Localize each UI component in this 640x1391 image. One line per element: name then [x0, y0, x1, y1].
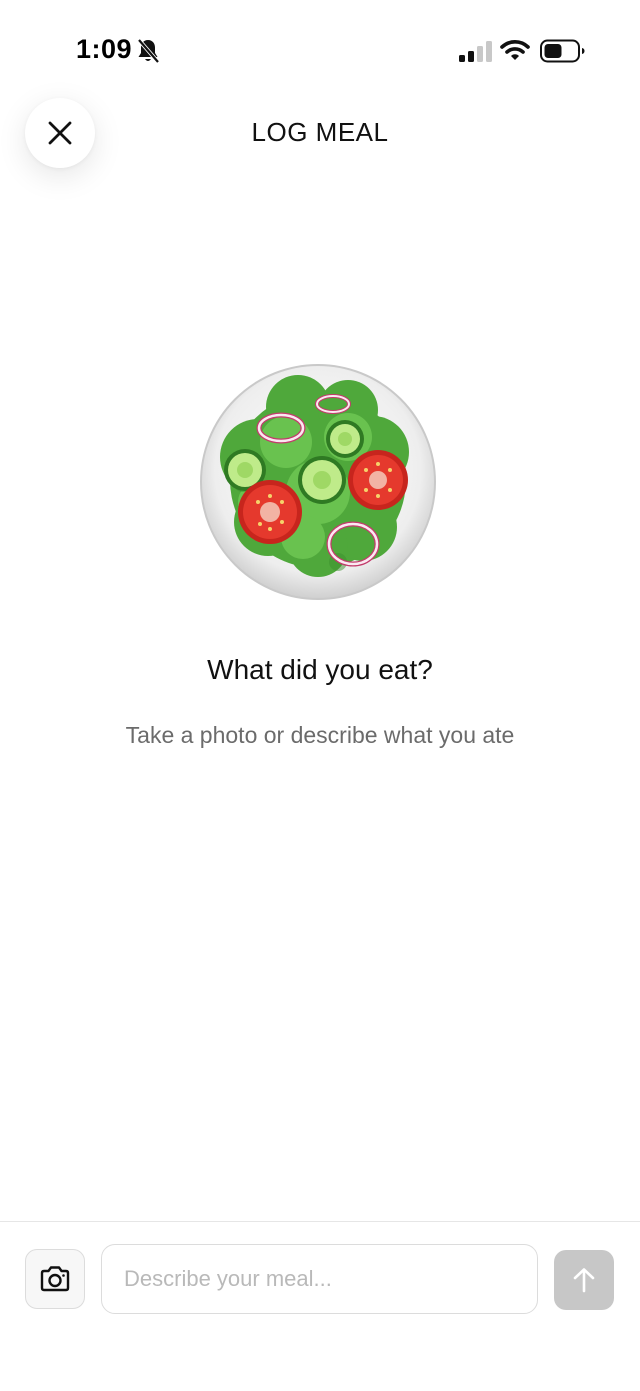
prompt-subtext: Take a photo or describe what you ate [125, 722, 515, 748]
status-bar: 1:09 [0, 0, 640, 100]
arrow-up-icon [573, 1268, 595, 1293]
camera-icon [40, 1266, 70, 1292]
composer-divider [0, 1221, 640, 1222]
battery-icon [540, 39, 585, 63]
camera-button[interactable] [25, 1249, 85, 1309]
wifi-icon [500, 40, 530, 60]
salad-bowl-icon [200, 364, 436, 600]
status-time: 1:09 [76, 34, 133, 64]
page-title: LOG MEAL [251, 117, 389, 147]
cellular-signal-icon [459, 41, 492, 62]
meal-description-input[interactable] [101, 1244, 538, 1314]
send-button[interactable] [554, 1250, 614, 1310]
prompt-heading: What did you eat? [207, 654, 433, 685]
bell-slash-icon [137, 38, 160, 64]
